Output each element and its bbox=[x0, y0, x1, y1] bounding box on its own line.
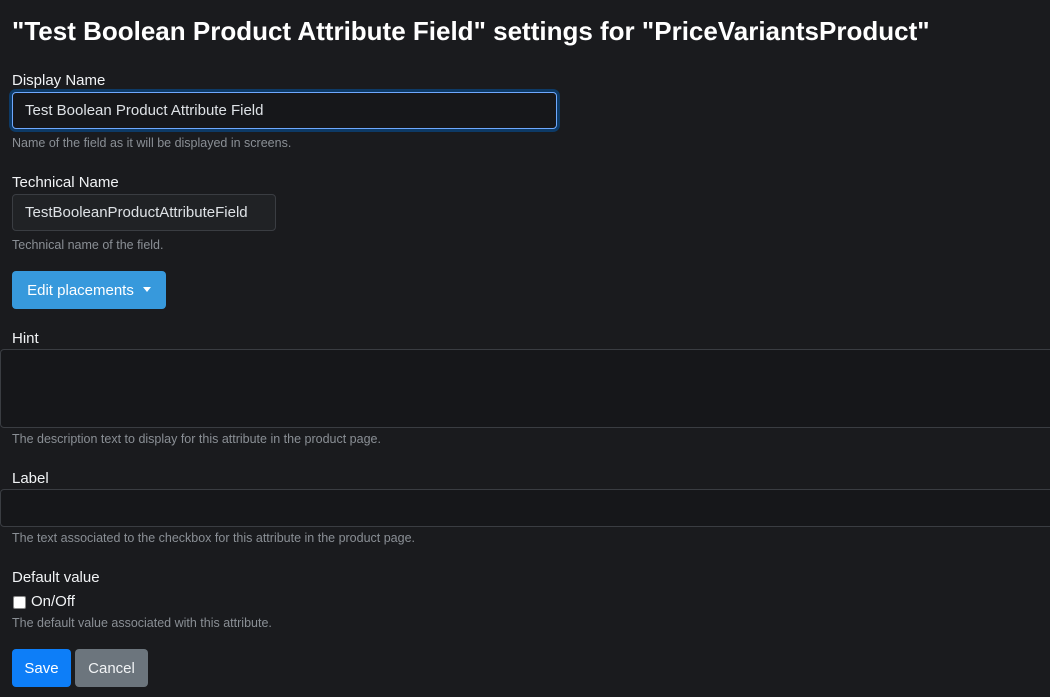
label-input[interactable] bbox=[0, 489, 1050, 527]
technical-name-input[interactable]: TestBooleanProductAttributeField bbox=[12, 194, 276, 231]
cancel-button[interactable]: Cancel bbox=[75, 649, 148, 687]
technical-name-label: Technical Name bbox=[12, 174, 119, 191]
page-title: "Test Boolean Product Attribute Field" s… bbox=[12, 16, 930, 46]
technical-name-value: TestBooleanProductAttributeField bbox=[25, 204, 248, 221]
label-help: The text associated to the checkbox for … bbox=[12, 531, 416, 545]
display-name-value: Test Boolean Product Attribute Field bbox=[25, 102, 264, 119]
display-name-input[interactable]: Test Boolean Product Attribute Field bbox=[12, 92, 557, 129]
label-field-label: Label bbox=[12, 470, 49, 487]
caret-down-icon bbox=[142, 286, 151, 292]
display-name-help: Name of the field as it will be displaye… bbox=[12, 136, 292, 150]
hint-help: The description text to display for this… bbox=[12, 432, 381, 446]
save-button[interactable]: Save bbox=[12, 649, 71, 687]
hint-textarea[interactable] bbox=[0, 349, 1050, 428]
edit-placements-button[interactable]: Edit placements bbox=[12, 271, 166, 309]
edit-placements-label: Edit placements bbox=[27, 281, 134, 299]
default-value-label: Default value bbox=[12, 569, 100, 586]
default-value-checkbox[interactable] bbox=[13, 596, 26, 609]
checkbox-label[interactable]: On/Off bbox=[31, 593, 75, 610]
technical-name-help: Technical name of the field. bbox=[12, 238, 164, 252]
default-value-help: The default value associated with this a… bbox=[12, 616, 272, 630]
hint-label: Hint bbox=[12, 330, 39, 347]
display-name-label: Display Name bbox=[12, 72, 106, 89]
